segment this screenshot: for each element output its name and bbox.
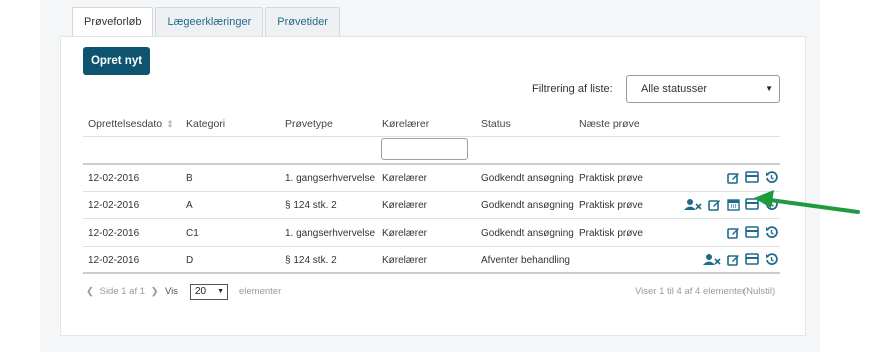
cell-next-test: Praktisk prøve (579, 228, 643, 239)
cell-instructor: Kørelærer (382, 173, 428, 184)
card-icon[interactable] (745, 225, 759, 239)
cell-date: 12-02-2016 (88, 228, 140, 239)
tab-laegeerklaeringer[interactable]: Lægeerklæringer (155, 7, 264, 37)
status-filter-value: Alle statusser (641, 83, 708, 95)
cell-instructor: Kørelærer (382, 228, 428, 239)
cell-category: A (186, 200, 193, 211)
edit-icon[interactable] (707, 197, 721, 211)
cell-date: 12-02-2016 (88, 200, 140, 211)
cell-test-type: § 124 stk. 2 (285, 255, 337, 266)
cell-next-test: Praktisk prøve (579, 173, 643, 184)
cell-next-test: Praktisk prøve (579, 200, 643, 211)
row-divider (83, 191, 780, 192)
edit-icon[interactable] (726, 252, 740, 266)
cell-status: Godkendt ansøgning (481, 200, 574, 211)
cell-instructor: Kørelærer (382, 200, 428, 211)
page-size-value: 20 (195, 286, 207, 297)
results-summary: Viser 1 til 4 af 4 elementer (635, 286, 746, 297)
cell-status: Godkendt ansøgning (481, 228, 574, 239)
cell-status: Afventer behandling (481, 255, 570, 266)
column-header-date[interactable]: Oprettelsesdato ⇕ (88, 118, 174, 130)
calendar-icon[interactable] (726, 197, 740, 211)
edit-icon[interactable] (726, 225, 740, 239)
row-divider (83, 218, 780, 219)
tab-bar: Prøveforløb Lægeerklæringer Prøvetider (72, 7, 342, 37)
column-header-date-label: Oprettelsesdato (88, 118, 163, 130)
page-size-select[interactable]: 20 ▼ (190, 284, 228, 300)
filter-label: Filtrering af liste: (532, 83, 613, 95)
column-header-instructor: Kørelærer (382, 118, 430, 130)
row-actions (726, 170, 778, 184)
pager-nav: ❮ Side 1 af 1 ❯ (86, 286, 159, 297)
cell-instructor: Kørelærer (382, 255, 428, 266)
history-icon[interactable] (764, 225, 778, 239)
column-header-next-test: Næste prøve (579, 118, 640, 130)
cell-status: Godkendt ansøgning (481, 173, 574, 184)
remove-user-icon[interactable] (684, 197, 702, 211)
cell-date: 12-02-2016 (88, 173, 140, 184)
create-new-button[interactable]: Opret nyt (83, 47, 150, 75)
row-actions (703, 252, 778, 266)
chevron-right-icon[interactable]: ❯ (151, 286, 159, 297)
column-header-category: Kategori (186, 118, 226, 130)
cell-category: C1 (186, 228, 199, 239)
table-bottom-divider (83, 272, 780, 274)
cell-date: 12-02-2016 (88, 255, 140, 266)
history-icon[interactable] (764, 252, 778, 266)
cell-category: D (186, 255, 194, 266)
cell-test-type: § 124 stk. 2 (285, 200, 337, 211)
column-header-test-type: Prøvetype (285, 118, 333, 130)
filter-row-divider (83, 163, 780, 165)
annotation-arrow-icon (754, 190, 860, 214)
page-indicator: Side 1 af 1 (99, 286, 146, 297)
history-icon[interactable] (764, 170, 778, 184)
header-divider (83, 136, 780, 137)
cell-category: B (186, 173, 193, 184)
cell-test-type: 1. gangserhvervelse (285, 173, 376, 184)
reset-link[interactable]: (Nulstil) (743, 286, 775, 297)
row-actions (726, 225, 778, 239)
chevron-left-icon[interactable]: ❮ (86, 286, 94, 297)
elements-label: elementer (239, 286, 282, 297)
card-icon[interactable] (745, 170, 759, 184)
instructor-filter-input[interactable] (381, 138, 468, 160)
row-divider (83, 246, 780, 247)
chevron-down-icon: ▼ (217, 288, 224, 295)
chevron-down-icon: ▼ (765, 84, 773, 93)
cell-test-type: 1. gangserhvervelse (285, 228, 376, 239)
show-label: Vis (165, 286, 179, 297)
tab-proveforlob[interactable]: Prøveforløb (72, 7, 154, 37)
remove-user-icon[interactable] (703, 252, 721, 266)
sort-icon[interactable]: ⇕ (166, 119, 174, 129)
tab-provetider[interactable]: Prøvetider (265, 7, 340, 37)
status-filter-select[interactable]: Alle statusser ▼ (626, 75, 780, 103)
card-icon[interactable] (745, 252, 759, 266)
edit-icon[interactable] (726, 170, 740, 184)
column-header-status: Status (481, 118, 511, 130)
